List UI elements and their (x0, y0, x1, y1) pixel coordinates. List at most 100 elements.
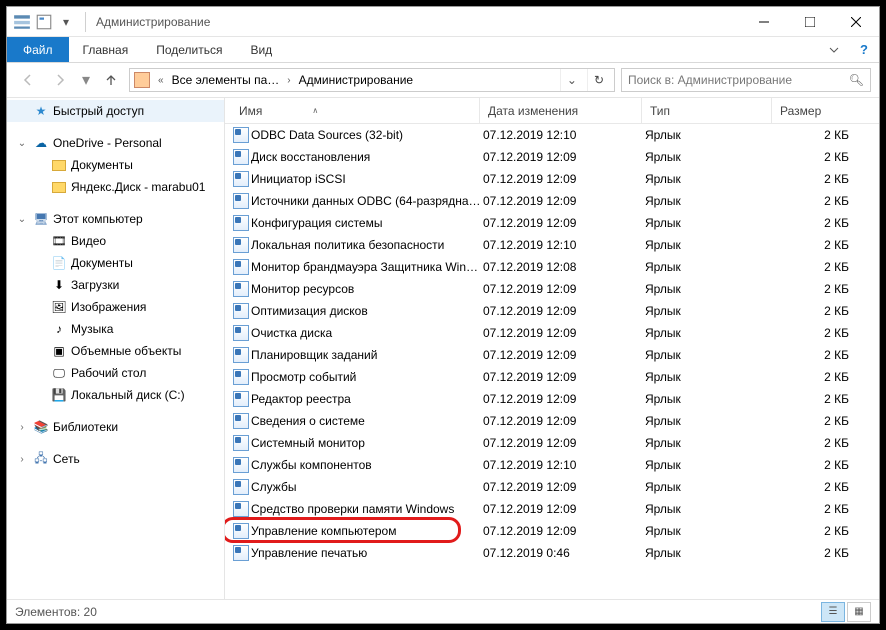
table-row[interactable]: Оптимизация дисков07.12.2019 12:09Ярлык2… (225, 300, 879, 322)
table-row[interactable]: Управление компьютером07.12.2019 12:09Яр… (225, 520, 879, 542)
help-button[interactable]: ? (849, 37, 879, 62)
close-button[interactable] (833, 7, 879, 36)
cell-name: Редактор реестра (251, 392, 483, 406)
shortcut-icon (231, 281, 251, 297)
nav-onedrive[interactable]: ⌄☁ OneDrive - Personal (7, 132, 224, 154)
nav-3dobjects[interactable]: ▣Объемные объекты (7, 340, 224, 362)
system-menu-icon[interactable] (13, 13, 31, 31)
shortcut-icon (231, 325, 251, 341)
body: ★ Быстрый доступ ⌄☁ OneDrive - Personal … (7, 97, 879, 599)
col-type[interactable]: Тип (641, 98, 771, 123)
table-row[interactable]: Очистка диска07.12.2019 12:09Ярлык2 КБ (225, 322, 879, 344)
recent-dropdown[interactable]: ▾ (79, 67, 93, 93)
nav-label: Рабочий стол (71, 366, 146, 380)
ribbon-tabs: Файл Главная Поделиться Вид ? (7, 37, 879, 63)
folder-icon (51, 179, 67, 195)
cell-type: Ярлык (645, 458, 775, 472)
quick-access-toolbar: ▾ (7, 13, 81, 31)
nav-quick-access[interactable]: ★ Быстрый доступ (7, 100, 224, 122)
refresh-button[interactable]: ↻ (587, 69, 610, 91)
nav-downloads[interactable]: ⬇Загрузки (7, 274, 224, 296)
table-row[interactable]: Локальная политика безопасности07.12.201… (225, 234, 879, 256)
nav-documents[interactable]: Документы (7, 154, 224, 176)
address-row: ▾ « Все элементы па… › Администрирование… (7, 63, 879, 97)
status-count: Элементов: 20 (15, 605, 97, 619)
table-row[interactable]: Конфигурация системы07.12.2019 12:09Ярлы… (225, 212, 879, 234)
share-tab[interactable]: Поделиться (142, 37, 236, 62)
cell-size: 2 КБ (775, 524, 879, 538)
view-tab[interactable]: Вид (236, 37, 286, 62)
breadcrumb-2[interactable]: Администрирование (299, 73, 413, 87)
shortcut-icon (231, 127, 251, 143)
table-row[interactable]: Монитор брандмауэра Защитника Win…07.12.… (225, 256, 879, 278)
cell-name: Оптимизация дисков (251, 304, 483, 318)
nav-documents2[interactable]: 📄Документы (7, 252, 224, 274)
nav-yandex[interactable]: Яндекс.Диск - marabu01 (7, 176, 224, 198)
cell-name: Источники данных ODBC (64-разрядна… (251, 194, 483, 208)
view-large-button[interactable]: ▦ (847, 602, 871, 622)
cell-size: 2 КБ (775, 260, 879, 274)
nav-label: Быстрый доступ (53, 104, 144, 118)
up-button[interactable] (99, 67, 123, 93)
expand-icon[interactable]: › (15, 454, 29, 465)
objects3d-icon: ▣ (51, 343, 67, 359)
table-row[interactable]: ODBC Data Sources (32-bit)07.12.2019 12:… (225, 124, 879, 146)
nav-label: Библиотеки (53, 420, 118, 434)
address-dropdown[interactable]: ⌄ (560, 69, 583, 91)
nav-label: Изображения (71, 300, 146, 314)
col-size[interactable]: Размер (771, 98, 879, 123)
cell-name: Просмотр событий (251, 370, 483, 384)
table-row[interactable]: Просмотр событий07.12.2019 12:09Ярлык2 К… (225, 366, 879, 388)
table-row[interactable]: Управление печатью07.12.2019 0:46Ярлык2 … (225, 542, 879, 564)
search-input[interactable]: Поиск в: Администрирование 🔍︎ (621, 68, 871, 92)
breadcrumb-1[interactable]: Все элементы па… (172, 73, 280, 87)
file-tab[interactable]: Файл (7, 37, 69, 62)
nav-music[interactable]: ♪Музыка (7, 318, 224, 340)
disk-icon: 💾 (51, 387, 67, 403)
navigation-pane: ★ Быстрый доступ ⌄☁ OneDrive - Personal … (7, 98, 225, 599)
nav-pictures[interactable]: 🖼Изображения (7, 296, 224, 318)
table-row[interactable]: Источники данных ODBC (64-разрядна…07.12… (225, 190, 879, 212)
address-bar[interactable]: « Все элементы па… › Администрирование ⌄… (129, 68, 615, 92)
nav-thispc[interactable]: ⌄🖥 Этот компьютер (7, 208, 224, 230)
table-row[interactable]: Службы компонентов07.12.2019 12:10Ярлык2… (225, 454, 879, 476)
cell-date: 07.12.2019 12:09 (483, 480, 645, 494)
table-row[interactable]: Службы07.12.2019 12:09Ярлык2 КБ (225, 476, 879, 498)
table-row[interactable]: Редактор реестра07.12.2019 12:09Ярлык2 К… (225, 388, 879, 410)
col-name[interactable]: Имя∧ (231, 98, 479, 123)
nav-cdrive[interactable]: 💾Локальный диск (C:) (7, 384, 224, 406)
nav-label: Видео (71, 234, 106, 248)
cell-name: Службы (251, 480, 483, 494)
expand-icon[interactable]: ⌄ (15, 138, 29, 149)
nav-video[interactable]: 🎞Видео (7, 230, 224, 252)
expand-icon[interactable]: ⌄ (15, 214, 29, 225)
forward-button[interactable] (47, 67, 73, 93)
minimize-button[interactable] (741, 7, 787, 36)
nav-label: Загрузки (71, 278, 119, 292)
expand-icon[interactable]: › (15, 422, 29, 433)
qat-prop-icon[interactable] (35, 13, 53, 31)
chevron-left-icon[interactable]: « (154, 75, 168, 86)
table-row[interactable]: Диск восстановления07.12.2019 12:09Ярлык… (225, 146, 879, 168)
ribbon-expand-button[interactable] (819, 37, 849, 62)
cell-size: 2 КБ (775, 370, 879, 384)
table-row[interactable]: Средство проверки памяти Windows07.12.20… (225, 498, 879, 520)
view-details-button[interactable]: ☰ (821, 602, 845, 622)
table-row[interactable]: Сведения о системе07.12.2019 12:09Ярлык2… (225, 410, 879, 432)
nav-desktop[interactable]: 🖵Рабочий стол (7, 362, 224, 384)
col-date[interactable]: Дата изменения (479, 98, 641, 123)
nav-network[interactable]: ›🖧Сеть (7, 448, 224, 470)
qat-dropdown-icon[interactable]: ▾ (57, 13, 75, 31)
maximize-button[interactable] (787, 7, 833, 36)
nav-libraries[interactable]: ›📚Библиотеки (7, 416, 224, 438)
table-row[interactable]: Инициатор iSCSI07.12.2019 12:09Ярлык2 КБ (225, 168, 879, 190)
cell-name: Диск восстановления (251, 150, 483, 164)
table-row[interactable]: Системный монитор07.12.2019 12:09Ярлык2 … (225, 432, 879, 454)
table-row[interactable]: Монитор ресурсов07.12.2019 12:09Ярлык2 К… (225, 278, 879, 300)
back-button[interactable] (15, 67, 41, 93)
home-tab[interactable]: Главная (69, 37, 143, 62)
cell-date: 07.12.2019 12:09 (483, 348, 645, 362)
chevron-right-icon[interactable]: › (283, 75, 294, 86)
nav-label: Документы (71, 256, 133, 270)
table-row[interactable]: Планировщик заданий07.12.2019 12:09Ярлык… (225, 344, 879, 366)
